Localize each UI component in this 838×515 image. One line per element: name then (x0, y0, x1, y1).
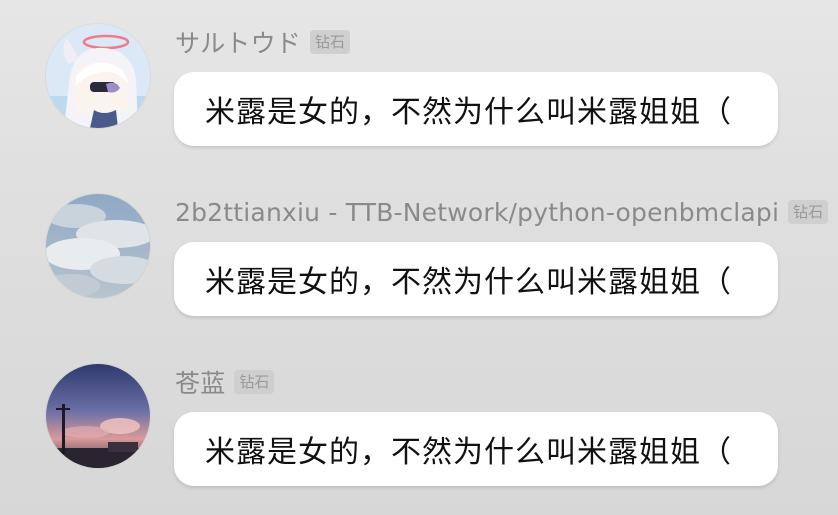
avatar[interactable] (46, 24, 150, 128)
username[interactable]: 苍蓝 (175, 364, 225, 400)
message-bubble[interactable]: 米露是女的，不然为什么叫米露姐姐（ (174, 412, 778, 486)
level-badge: 钻石 (234, 370, 275, 394)
message-bubble[interactable]: 米露是女的，不然为什么叫米露姐姐（ (174, 242, 778, 316)
anime-girl-avatar-icon (46, 24, 150, 128)
level-badge: 钻石 (788, 200, 829, 224)
chat-message: サルトウド 钻石 米露是女的，不然为什么叫米露姐姐（ (0, 0, 838, 170)
level-badge: 钻石 (310, 30, 351, 54)
username[interactable]: 2b2ttianxiu - TTB-Network/python-openbmc… (175, 198, 779, 227)
avatar[interactable] (46, 364, 150, 468)
message-text: 米露是女的，不然为什么叫米露姐姐（ (205, 265, 732, 300)
message-text: 米露是女的，不然为什么叫米露姐姐（ (205, 435, 732, 470)
sunset-sky-avatar-icon (46, 364, 150, 468)
message-text: 米露是女的，不然为什么叫米露姐姐（ (205, 95, 732, 130)
name-row: 2b2ttianxiu - TTB-Network/python-openbmc… (175, 196, 829, 228)
cloudy-sky-avatar-icon (46, 194, 150, 298)
chat-message: 苍蓝 钻石 米露是女的，不然为什么叫米露姐姐（ (0, 340, 838, 510)
name-row: サルトウド 钻石 (175, 24, 351, 60)
name-row: 苍蓝 钻石 (175, 364, 275, 400)
message-bubble[interactable]: 米露是女的，不然为什么叫米露姐姐（ (174, 72, 778, 146)
chat-message: 2b2ttianxiu - TTB-Network/python-openbmc… (0, 170, 838, 340)
avatar[interactable] (46, 194, 150, 298)
username[interactable]: サルトウド (175, 24, 301, 60)
